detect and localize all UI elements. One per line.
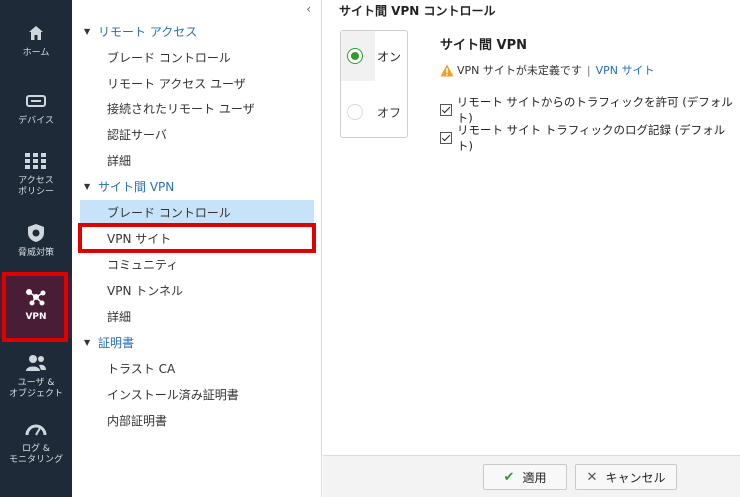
warning-separator: | <box>586 63 591 77</box>
tree-group-certificates[interactable]: ▼ 証明書 <box>84 331 134 353</box>
cancel-label: キャンセル <box>605 470 666 485</box>
check-icon: ✔ <box>503 469 515 485</box>
toggle-on-option[interactable]: オン <box>341 31 407 81</box>
caret-down-icon: ▼ <box>84 337 91 347</box>
tree-item-connected-remote-users[interactable]: 接続されたリモート ユーザ <box>80 96 314 120</box>
tree-item-communities[interactable]: コミュニティ <box>80 252 314 276</box>
warning-row: VPN サイトが未定義です | VPN サイト <box>440 62 655 78</box>
caret-down-icon: ▼ <box>84 181 91 191</box>
home-icon <box>27 22 45 44</box>
warning-icon <box>440 64 454 76</box>
tree-group-label: サイト間 VPN <box>98 179 175 194</box>
rail-label: 脅威対策 <box>17 248 54 258</box>
rail-item-devices[interactable]: デバイス <box>0 90 72 127</box>
apply-label: 適用 <box>522 470 547 485</box>
on-off-toggle: オン オフ <box>340 30 408 138</box>
gauge-icon <box>25 418 47 440</box>
rail-label: VPN <box>25 312 47 322</box>
tree-group-label: 証明書 <box>98 335 135 350</box>
shield-icon <box>27 222 45 244</box>
rail-item-threat-prevention[interactable]: 脅威対策 <box>0 222 72 259</box>
radio-off[interactable] <box>347 104 363 120</box>
tree-item-vpn-tunnels[interactable]: VPN トンネル <box>80 278 314 302</box>
rail-item-home[interactable]: ホーム <box>0 22 72 59</box>
tree-group-remote-access[interactable]: ▼ リモート アクセス <box>84 20 197 42</box>
tree-item-internal-cert[interactable]: 内部証明書 <box>80 408 314 432</box>
radio-on[interactable] <box>347 48 363 64</box>
tree-item-trusted-ca[interactable]: トラスト CA <box>80 356 314 380</box>
main-panel: サイト間 VPN コントロール オン オフ サイト間 VPN VPN サイトが未… <box>323 0 740 497</box>
tree-item-installed-certs[interactable]: インストール済み証明書 <box>80 382 314 406</box>
apply-button[interactable]: ✔ 適用 <box>483 464 567 490</box>
close-icon: ✕ <box>586 469 598 485</box>
tree-item-vpn-sites[interactable]: VPN サイト <box>80 226 314 250</box>
rail-label: デバイス <box>18 116 54 126</box>
tree-group-site-to-site-vpn[interactable]: ▼ サイト間 VPN <box>84 175 174 197</box>
log-traffic-label: リモート サイト トラフィックのログ記録 (デフォルト) <box>456 123 726 153</box>
log-traffic-checkbox[interactable] <box>440 132 452 144</box>
tree-item-auth-servers[interactable]: 認証サーバ <box>80 122 314 146</box>
tree-item-s2s-blade-control[interactable]: ブレード コントロール <box>80 200 314 224</box>
tree-item-ra-blade-control[interactable]: ブレード コントロール <box>80 45 314 69</box>
section-title: サイト間 VPN <box>440 38 527 53</box>
device-icon <box>26 90 46 112</box>
vpn-nodes-icon <box>24 286 48 308</box>
grid-icon <box>25 150 47 172</box>
tree-item-remote-access-users[interactable]: リモート アクセス ユーザ <box>80 71 314 95</box>
tree-group-label: リモート アクセス <box>98 24 198 39</box>
rail-label: ログ & モニタリング <box>8 444 63 465</box>
tree-item-ra-advanced[interactable]: 詳細 <box>80 148 314 172</box>
caret-down-icon: ▼ <box>84 26 91 36</box>
rail-item-vpn[interactable]: VPN <box>0 276 72 338</box>
vpn-sites-link[interactable]: VPN サイト <box>596 62 655 78</box>
log-traffic-row[interactable]: リモート サイト トラフィックのログ記録 (デフォルト) <box>440 122 740 154</box>
toggle-off-label: オフ <box>377 105 402 120</box>
allow-traffic-checkbox[interactable] <box>440 104 452 116</box>
rail-item-logs-monitoring[interactable]: ログ & モニタリング <box>0 418 72 466</box>
rail-item-users-objects[interactable]: ユーザ & オブジェクト <box>0 352 72 400</box>
tree-pane: ‹ ▼ リモート アクセス ブレード コントロール リモート アクセス ユーザ … <box>72 0 322 497</box>
tree-item-s2s-advanced[interactable]: 詳細 <box>80 304 314 328</box>
rail-label: アクセス ポリシー <box>17 176 54 197</box>
footer-bar: ✔ 適用 ✕ キャンセル <box>323 455 740 497</box>
cancel-button[interactable]: ✕ キャンセル <box>575 464 677 490</box>
rail-item-access-policy[interactable]: アクセス ポリシー <box>0 150 72 198</box>
toggle-off-option[interactable]: オフ <box>341 87 407 137</box>
nav-rail: ホーム デバイス アクセス ポリシー 脅威対策 VPN ユーザ & オブジェクト <box>0 0 72 497</box>
page-title: サイト間 VPN コントロール <box>339 4 496 18</box>
rail-label: ユーザ & オブジェクト <box>8 378 63 399</box>
rail-label: ホーム <box>22 48 50 58</box>
warning-text: VPN サイトが未定義です <box>457 64 582 77</box>
collapse-pane-button[interactable]: ‹ <box>306 2 311 16</box>
toggle-on-label: オン <box>377 49 402 64</box>
users-icon <box>25 352 47 374</box>
